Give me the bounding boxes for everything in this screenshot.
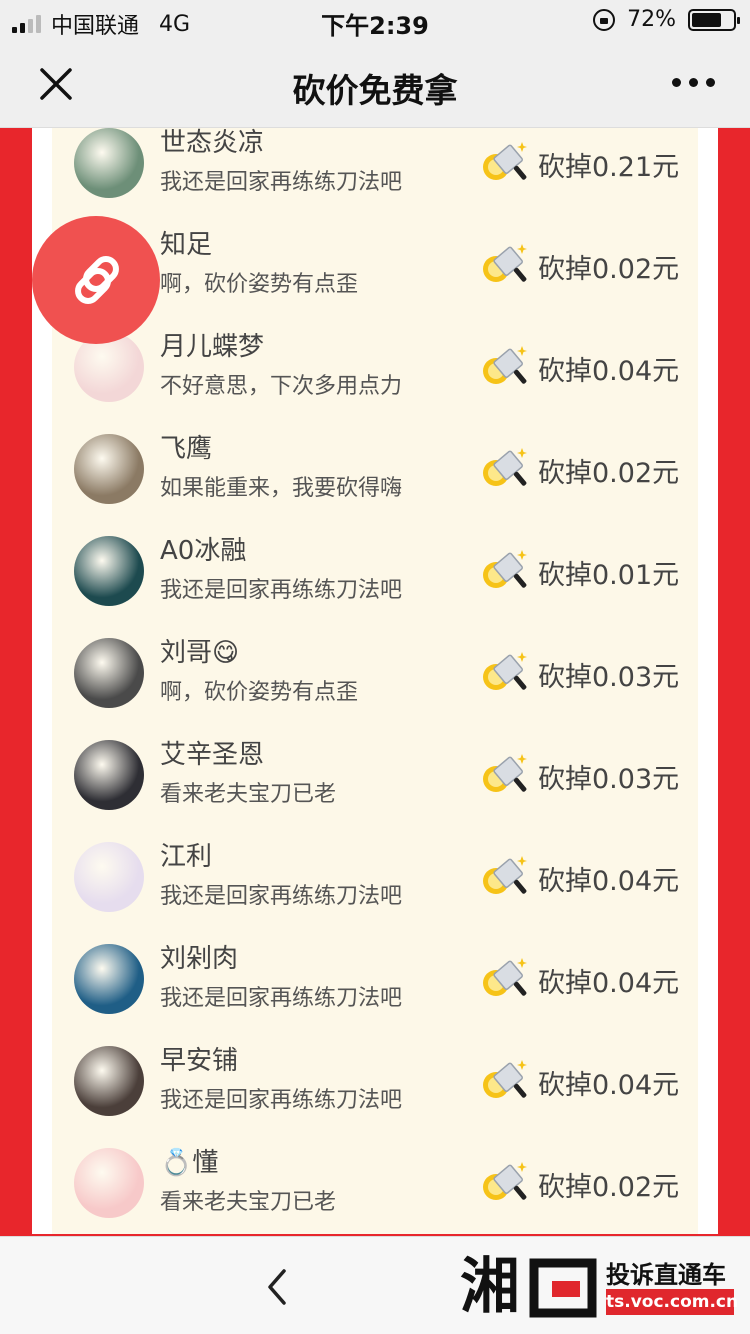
cut-amount-label: 砍掉0.04元	[538, 1069, 680, 1101]
helper-message: 不好意思，下次多用点力	[160, 374, 403, 399]
status-bar: 中国联通 4G 下午2:39 72%	[0, 0, 750, 40]
list-item: 世态炎凉我还是回家再练练刀法吧 砍掉0.21元	[52, 128, 698, 214]
knife-coin-icon	[483, 754, 527, 792]
battery-icon	[688, 8, 740, 31]
helper-message: 如果能重来，我要砍得嗨	[160, 476, 403, 501]
xiangwen-logo: 湘	[460, 1252, 597, 1322]
nav-bar: 砍价免费拿	[0, 40, 750, 128]
helper-message: 我还是回家再练练刀法吧	[160, 170, 403, 195]
helper-message: 啊，砍价姿势有点歪	[160, 680, 359, 705]
helper-message: 我还是回家再练练刀法吧	[160, 884, 403, 909]
knife-coin-icon	[483, 856, 527, 894]
cut-amount: 砍掉0.04元	[480, 342, 680, 394]
cut-amount: 砍掉0.03元	[480, 648, 680, 700]
cut-amount: 砍掉0.02元	[480, 1158, 680, 1210]
cut-amount-label: 砍掉0.04元	[538, 967, 680, 999]
helper-message: 看来老夫宝刀已老	[160, 782, 337, 807]
avatar	[74, 1148, 144, 1218]
helper-name: 世态炎凉	[160, 128, 265, 158]
cut-amount: 砍掉0.01元	[480, 546, 680, 598]
helper-message: 啊，砍价姿势有点歪	[160, 272, 359, 297]
bottom-bar: 湘 投诉直通车 ts.voc.com.cn	[0, 1236, 750, 1334]
avatar	[74, 944, 144, 1014]
knife-coin-icon	[483, 142, 527, 180]
cut-amount: 砍掉0.04元	[480, 1056, 680, 1108]
helper-message: 我还是回家再练练刀法吧	[160, 1088, 403, 1113]
helper-name: 💍懂	[160, 1148, 219, 1178]
avatar	[74, 740, 144, 810]
knife-coin-icon	[483, 346, 527, 384]
helper-message: 我还是回家再练练刀法吧	[160, 578, 403, 603]
knife-coin-icon	[483, 448, 527, 486]
share-link-button[interactable]	[32, 216, 160, 344]
helper-name: 艾辛圣恩	[160, 740, 265, 770]
cut-amount-label: 砍掉0.04元	[538, 355, 680, 387]
list-item: 刘哥😋 啊，砍价姿势有点歪 砍掉0.03元	[52, 622, 698, 724]
knife-coin-icon	[483, 1162, 527, 1200]
cut-amount: 砍掉0.04元	[480, 852, 680, 904]
helper-name: A0冰融	[160, 536, 247, 566]
link-icon	[75, 256, 119, 304]
cut-amount: 砍掉0.02元	[480, 240, 680, 292]
list-item: 江利我还是回家再练练刀法吧 砍掉0.04元	[52, 826, 698, 928]
avatar	[74, 434, 144, 504]
helper-name: 飞鹰	[160, 434, 213, 464]
knife-coin-icon	[483, 652, 527, 690]
helper-name: 江利	[160, 842, 213, 872]
helper-message: 我还是回家再练练刀法吧	[160, 986, 403, 1011]
helper-name: 刘剁肉	[160, 944, 239, 974]
cut-amount-label: 砍掉0.02元	[538, 253, 680, 285]
avatar	[74, 638, 144, 708]
svg-text:湘: 湘	[460, 1252, 520, 1322]
knife-coin-icon	[483, 1060, 527, 1098]
list-item: 飞鹰如果能重来，我要砍得嗨 砍掉0.02元	[52, 418, 698, 520]
cut-amount: 砍掉0.03元	[480, 750, 680, 802]
cut-amount: 砍掉0.02元	[480, 444, 680, 496]
cut-amount-label: 砍掉0.02元	[538, 1171, 680, 1203]
cut-amount: 砍掉0.21元	[480, 138, 680, 190]
rotation-lock-icon	[593, 8, 616, 31]
cut-amount-label: 砍掉0.21元	[538, 151, 680, 183]
avatar	[74, 128, 144, 198]
cut-amount-label: 砍掉0.01元	[538, 559, 680, 591]
list-item: 💍懂看来老夫宝刀已老 砍掉0.02元	[52, 1132, 698, 1234]
list-item: 刘剁肉我还是回家再练练刀法吧 砍掉0.04元	[52, 928, 698, 1030]
cut-amount-label: 砍掉0.04元	[538, 865, 680, 897]
more-icon[interactable]	[672, 70, 716, 94]
helper-name: 早安铺	[160, 1046, 239, 1076]
brand-slogan: 投诉直通车	[606, 1261, 726, 1289]
cut-amount-label: 砍掉0.03元	[538, 763, 680, 795]
back-icon[interactable]	[262, 1267, 292, 1307]
avatar	[74, 536, 144, 606]
helper-message: 看来老夫宝刀已老	[160, 1190, 337, 1215]
cut-amount: 砍掉0.04元	[480, 954, 680, 1006]
helper-name: 知足	[160, 230, 213, 260]
knife-coin-icon	[483, 244, 527, 282]
list-item: 艾辛圣恩看来老夫宝刀已老 砍掉0.03元	[52, 724, 698, 826]
knife-coin-icon	[483, 958, 527, 996]
avatar	[74, 842, 144, 912]
list-item: A0冰融我还是回家再练练刀法吧 砍掉0.01元	[52, 520, 698, 622]
helper-name: 刘哥😋	[160, 638, 240, 668]
page-title: 砍价免费拿	[292, 71, 458, 110]
voc-brand[interactable]: 湘 投诉直通车 ts.voc.com.cn	[458, 1241, 748, 1331]
avatar	[74, 1046, 144, 1116]
cut-amount-label: 砍掉0.03元	[538, 661, 680, 693]
knife-coin-icon	[483, 550, 527, 588]
battery-percent: 72%	[627, 7, 676, 32]
helper-name: 月儿蝶梦	[160, 332, 265, 362]
list-item: 早安铺我还是回家再练练刀法吧 砍掉0.04元	[52, 1030, 698, 1132]
brand-url: ts.voc.com.cn	[606, 1289, 738, 1315]
cut-amount-label: 砍掉0.02元	[538, 457, 680, 489]
